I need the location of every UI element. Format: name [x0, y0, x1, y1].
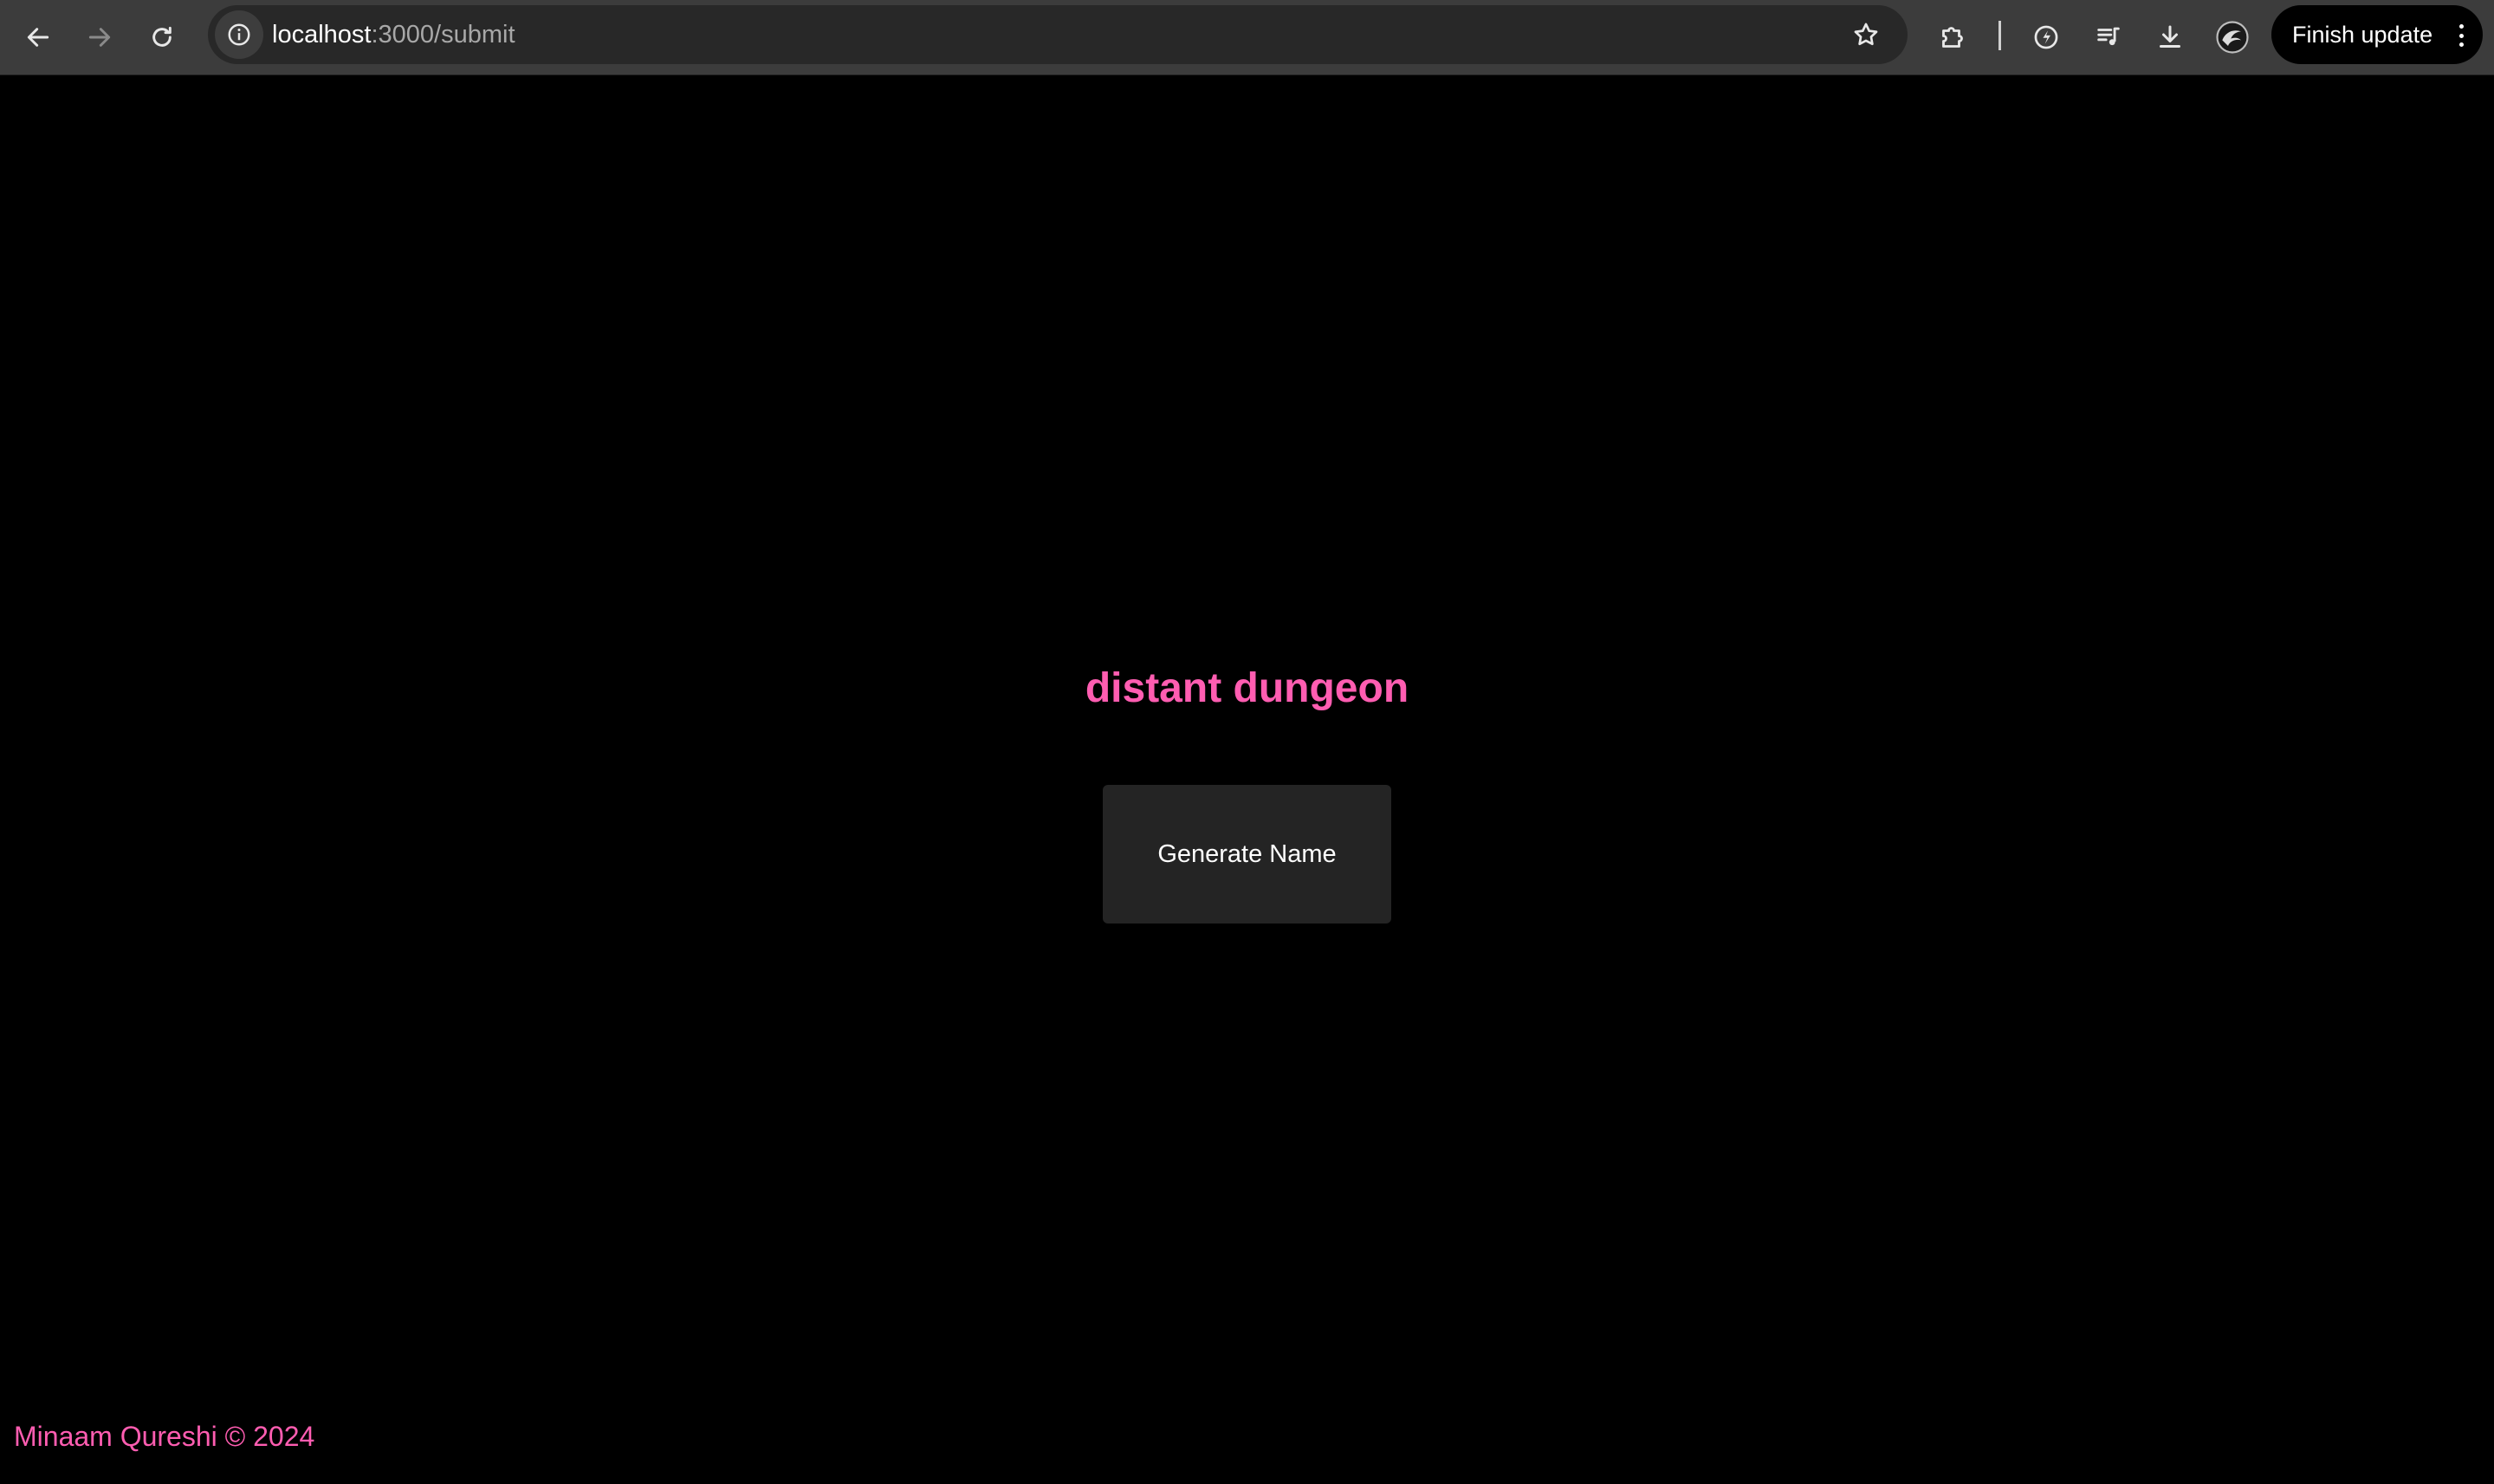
page-content: distant dungeon Generate Name Minaam Qur… [0, 75, 2494, 1484]
finish-update-label: Finish update [2292, 21, 2433, 48]
browser-toolbar: localhost:3000/submit Finish update [0, 0, 2494, 75]
url-path: :3000/submit [371, 21, 515, 49]
forward-button[interactable] [74, 11, 126, 63]
arrow-right-icon [88, 28, 111, 47]
footer-copyright: Minaam Qureshi © 2024 [14, 1421, 315, 1452]
kebab-menu-icon [2458, 24, 2464, 47]
gauge-icon [2034, 25, 2058, 49]
finish-update-button[interactable]: Finish update [2271, 5, 2483, 64]
puzzle-icon [1942, 27, 1963, 48]
arrow-left-icon [27, 28, 49, 47]
media-button[interactable] [2087, 16, 2130, 59]
site-info-button[interactable] [215, 10, 263, 59]
toolbar-divider [1998, 21, 2001, 50]
address-bar[interactable]: localhost:3000/submit [208, 5, 1908, 64]
downloads-button[interactable] [2148, 16, 2192, 59]
queue-music-icon [2097, 27, 2120, 46]
info-icon [228, 23, 250, 46]
profile-button[interactable] [2211, 16, 2254, 59]
back-button[interactable] [12, 11, 64, 63]
star-icon [1854, 23, 1878, 46]
bookmark-button[interactable] [1849, 17, 1883, 52]
reload-button[interactable] [136, 11, 188, 63]
url-text[interactable]: localhost:3000/submit [272, 5, 515, 64]
avatar-icon [2216, 21, 2249, 54]
download-icon [2160, 25, 2180, 48]
url-host: localhost [272, 21, 372, 49]
reload-icon [152, 26, 172, 47]
generated-name-title: distant dungeon [1085, 665, 1409, 711]
extensions-button[interactable] [1931, 16, 1974, 59]
performance-button[interactable] [2024, 16, 2068, 59]
generate-name-button[interactable]: Generate Name [1103, 785, 1391, 923]
